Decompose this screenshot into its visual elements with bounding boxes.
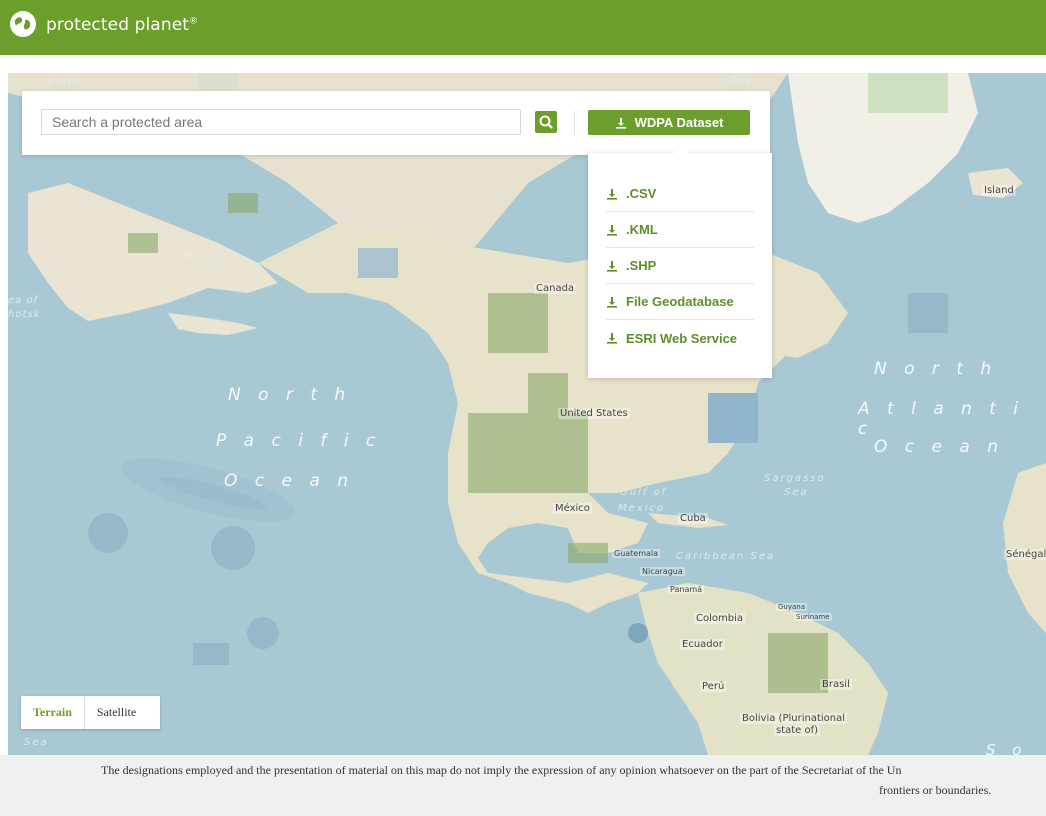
- sea-label-mexico: Mexico: [618, 503, 666, 514]
- menu-item-label: ESRI Web Service: [626, 330, 738, 346]
- ocean-label-atlantic-ocean: O c e a n: [874, 437, 1004, 457]
- country-label-ecuador: Ecuador: [680, 639, 725, 650]
- country-label-panama: Panamá: [668, 585, 705, 594]
- country-label-cuba: Cuba: [678, 513, 708, 524]
- country-label-mexico: México: [553, 503, 592, 514]
- country-label-senegal: Sénégal: [1004, 549, 1046, 560]
- country-label-bolivia-state: state of): [774, 725, 821, 736]
- sea-label-bering-sea: Sea: [192, 266, 217, 277]
- country-label-peru: Perú: [700, 681, 727, 692]
- brand-text: protected planet: [46, 15, 190, 35]
- menu-item-label: .CSV: [626, 186, 657, 201]
- country-label-nicaragua: Nicaragua: [640, 567, 685, 576]
- map-disclaimer: The designations employed and the presen…: [0, 755, 1046, 816]
- map-canvas[interactable]: N o r t h P a c i f i c O c e a n N o r …: [8, 73, 1046, 755]
- map-type-toggle: Terrain Satellite: [21, 696, 160, 729]
- country-label-guatemala: Guatemala: [612, 549, 661, 558]
- terrain-toggle[interactable]: Terrain: [21, 696, 85, 729]
- ocean-label-south: S o u t: [986, 741, 1028, 755]
- country-label-bolivia: Bolivia (Plurinational: [740, 713, 848, 724]
- country-label-canada: Canada: [534, 283, 577, 294]
- search-panel: WDPA Dataset: [22, 91, 770, 155]
- globe-icon[interactable]: [10, 11, 36, 37]
- download-icon: [607, 260, 617, 272]
- country-label-colombia: Colombia: [694, 613, 745, 624]
- ocean-label-pacific: P a c i f i c: [216, 431, 382, 451]
- download-icon: [615, 117, 626, 129]
- edge-label-bering: Berin: [48, 77, 80, 88]
- satellite-toggle[interactable]: Satellite: [85, 696, 148, 729]
- sea-label-caribbean: Caribbean Sea: [676, 551, 776, 562]
- download-esri-web-service[interactable]: ESRI Web Service: [606, 320, 754, 356]
- search-button[interactable]: [535, 111, 557, 133]
- sea-label-bottom-left: Sea: [24, 737, 49, 748]
- edge-label-okhotsk: hotsk: [8, 309, 41, 320]
- edge-label-sea-of: ea of: [8, 295, 39, 306]
- dropdown-caret: [674, 146, 688, 153]
- download-icon: [607, 296, 617, 308]
- registered-mark: ®: [189, 16, 199, 27]
- toolbar-divider: [574, 111, 575, 135]
- download-file-geodatabase[interactable]: File Geodatabase: [606, 284, 754, 320]
- menu-item-label: .KML: [626, 222, 658, 237]
- disclaimer-line-1: The designations employed and the presen…: [101, 763, 902, 777]
- sea-label-sargasso: Sargasso: [764, 473, 826, 484]
- search-icon: [539, 115, 553, 129]
- country-label-united-states: United States: [558, 408, 630, 419]
- download-shp[interactable]: .SHP: [606, 248, 754, 284]
- country-label-island: Island: [982, 185, 1016, 196]
- download-kml[interactable]: .KML: [606, 212, 754, 248]
- search-input[interactable]: [41, 109, 521, 135]
- menu-item-label: .SHP: [626, 258, 657, 273]
- edge-label-bay: Bay: [730, 75, 752, 86]
- country-label-suriname: Suriname: [794, 613, 832, 621]
- download-icon: [607, 188, 617, 200]
- country-label-brasil: Brasil: [820, 679, 852, 690]
- app-header: protected planet®: [0, 0, 1046, 55]
- menu-item-label: File Geodatabase: [626, 294, 734, 309]
- wdpa-download-menu: .CSV .KML .SHP File Geodatabase ESRI Web…: [588, 146, 772, 378]
- wdpa-dataset-label: WDPA Dataset: [634, 115, 724, 130]
- sea-label-gulf: Gulf of: [620, 487, 668, 498]
- sea-label-sargasso-sea: Sea: [784, 487, 809, 498]
- country-label-guyana: Guyana: [776, 603, 808, 611]
- ocean-label-north-atlantic: N o r t h: [874, 359, 998, 379]
- download-icon: [607, 333, 617, 344]
- ocean-label-ocean: O c e a n: [224, 471, 354, 491]
- download-icon: [607, 224, 617, 236]
- disclaimer-line-2: frontiers or boundaries.: [879, 783, 992, 797]
- wdpa-dataset-button[interactable]: WDPA Dataset: [588, 110, 750, 135]
- download-csv[interactable]: .CSV: [606, 176, 754, 212]
- brand-logo[interactable]: protected planet®: [46, 15, 198, 35]
- ocean-label-atlantic: A t l a n t i c: [858, 399, 1025, 439]
- sea-label-bering: Bering: [184, 251, 229, 262]
- ocean-label-north: N o r t h: [228, 385, 352, 405]
